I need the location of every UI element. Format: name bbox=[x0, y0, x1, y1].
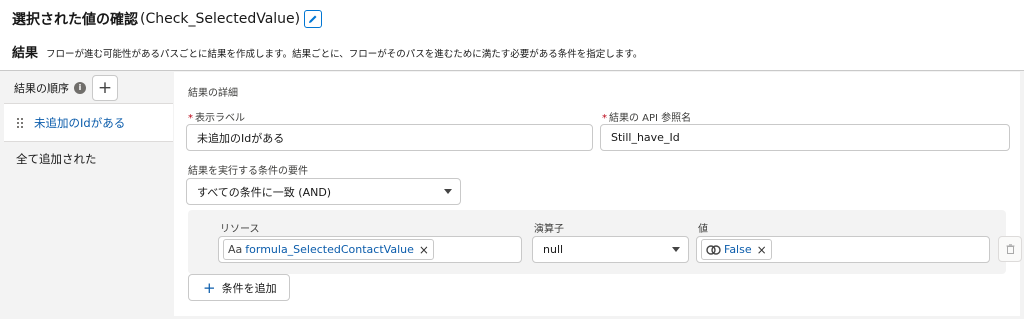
title-row: 選択された値の確認 (Check_SelectedValue) bbox=[12, 8, 323, 30]
sidebar-item-outcome-2[interactable]: 全て追加された bbox=[4, 142, 173, 176]
condition-requirement-label: 結果を実行する条件の要件 bbox=[188, 166, 308, 177]
label-field-label: * 表示ラベル bbox=[188, 113, 245, 124]
drag-handle-icon[interactable] bbox=[16, 116, 24, 129]
chevron-down-icon bbox=[444, 189, 452, 194]
value-label: 値 bbox=[698, 224, 708, 235]
edit-button[interactable] bbox=[304, 10, 323, 28]
outcome-detail-panel: 結果の詳細 * 表示ラベル 未追加のIdがある * 結果の API 参照名 Stil… bbox=[174, 72, 1022, 316]
page-title: 選択された値の確認 bbox=[12, 12, 138, 28]
close-icon[interactable]: × bbox=[419, 243, 429, 257]
condition-requirement-value: すべての条件に一致 (AND) bbox=[197, 185, 332, 199]
value-pill[interactable]: False × bbox=[701, 239, 772, 260]
pencil-icon bbox=[309, 15, 317, 23]
condition-requirement-select[interactable]: すべての条件に一致 (AND) bbox=[186, 178, 461, 205]
outcome-sidebar: 結果の順序 i + 未追加のIdがある 全て追加された bbox=[4, 72, 173, 316]
condition-row: リソース Aa formula_SelectedContactValue × 演… bbox=[188, 210, 1022, 274]
section-title: 結果 bbox=[12, 46, 39, 61]
info-icon[interactable]: i bbox=[74, 81, 86, 94]
operator-value: null bbox=[543, 243, 564, 256]
header: 選択された値の確認 (Check_SelectedValue) 結果 フローが進… bbox=[0, 0, 1024, 71]
page-api-name: (Check_SelectedValue) bbox=[140, 11, 301, 27]
value-pill-label: False bbox=[724, 243, 752, 256]
add-condition-label: 条件を追加 bbox=[221, 281, 277, 295]
api-name-input-value: Still_have_Id bbox=[611, 131, 680, 144]
sidebar-item-outcome-1[interactable]: 未追加のIdがある bbox=[4, 104, 173, 142]
resource-label: リソース bbox=[220, 224, 260, 235]
plus-icon: + bbox=[203, 278, 216, 297]
add-condition-button[interactable]: + 条件を追加 bbox=[188, 274, 290, 301]
api-name-field-label: * 結果の API 参照名 bbox=[602, 113, 692, 124]
label-input-value: 未追加のIdがある bbox=[197, 131, 285, 145]
detail-heading: 結果の詳細 bbox=[188, 88, 238, 99]
add-outcome-button[interactable]: + bbox=[92, 74, 118, 101]
label-input[interactable]: 未追加のIdがある bbox=[186, 124, 593, 151]
chevron-down-icon bbox=[672, 247, 680, 252]
close-icon[interactable]: × bbox=[757, 243, 767, 257]
operator-select[interactable]: null bbox=[532, 236, 689, 263]
resource-pill-label: formula_SelectedContactValue bbox=[245, 243, 414, 256]
outcome-order-header: 結果の順序 i + bbox=[4, 72, 173, 104]
outcome-order-label: 結果の順序 bbox=[14, 81, 69, 95]
text-formula-icon: Aa bbox=[228, 243, 243, 256]
section-row: 結果 フローが進む可能性があるパスごとに結果を作成します。結果ごとに、フローがそ… bbox=[12, 42, 642, 61]
value-input[interactable]: False × bbox=[696, 236, 990, 263]
boolean-icon bbox=[706, 244, 721, 255]
api-name-input[interactable]: Still_have_Id bbox=[600, 124, 1010, 151]
sidebar-item-label: 未追加のIdがある bbox=[34, 115, 126, 130]
section-description: フローが進む可能性があるパスごとに結果を作成します。結果ごとに、フローがそのパス… bbox=[46, 49, 643, 60]
resource-input[interactable]: Aa formula_SelectedContactValue × bbox=[218, 236, 522, 263]
resource-pill[interactable]: Aa formula_SelectedContactValue × bbox=[223, 239, 434, 260]
delete-condition-button[interactable] bbox=[998, 236, 1022, 262]
operator-label: 演算子 bbox=[534, 224, 564, 235]
sidebar-item-label: 全て追加された bbox=[16, 152, 97, 166]
trash-icon bbox=[1006, 244, 1014, 254]
